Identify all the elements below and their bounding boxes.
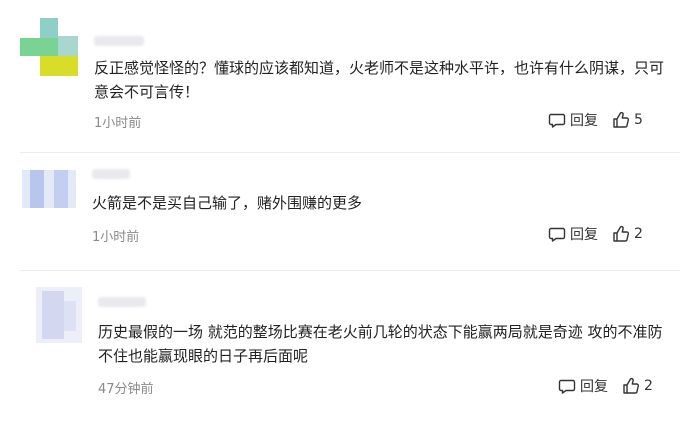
comment-item: 历史最假的一场 就范的整场比赛在老火前几轮的状态下能赢两局就是奇迹 攻的不准防 … bbox=[0, 271, 700, 434]
reply-label: 回复 bbox=[580, 379, 608, 395]
comment-bubble-icon bbox=[548, 225, 566, 243]
comment-bubble-icon bbox=[558, 377, 576, 395]
avatar[interactable] bbox=[20, 18, 78, 76]
like-button[interactable]: 2 bbox=[612, 225, 643, 243]
reply-button[interactable]: 回复 bbox=[558, 376, 608, 396]
comment-actions: 回复 2 bbox=[558, 376, 653, 396]
comment-actions: 回复 5 bbox=[548, 110, 643, 130]
comment-bubble-icon bbox=[548, 111, 566, 129]
username-redacted[interactable] bbox=[94, 36, 144, 46]
reply-label: 回复 bbox=[570, 113, 598, 129]
reply-button[interactable]: 回复 bbox=[548, 110, 598, 130]
reply-button[interactable]: 回复 bbox=[548, 224, 598, 244]
like-button[interactable]: 5 bbox=[612, 111, 643, 129]
like-count: 2 bbox=[634, 226, 643, 242]
comment-time: 1小时前 bbox=[92, 230, 140, 245]
avatar[interactable] bbox=[36, 287, 82, 343]
like-button[interactable]: 2 bbox=[622, 377, 653, 395]
like-count: 2 bbox=[644, 378, 653, 394]
comment-item: 火箭是不是买自己输了，赌外围赚的更多 1小时前 回复 2 bbox=[0, 153, 700, 268]
comment-actions: 回复 2 bbox=[548, 224, 643, 244]
username-redacted[interactable] bbox=[92, 169, 130, 179]
comment-time: 47分钟前 bbox=[98, 382, 154, 397]
username-redacted[interactable] bbox=[98, 297, 146, 307]
avatar[interactable] bbox=[22, 170, 76, 208]
comment-text: 历史最假的一场 就范的整场比赛在老火前几轮的状态下能赢两局就是奇迹 攻的不准防 … bbox=[98, 323, 663, 365]
like-count: 5 bbox=[634, 112, 643, 128]
comment-text: 火箭是不是买自己输了，赌外围赚的更多 bbox=[92, 194, 363, 212]
thumbs-up-icon bbox=[612, 111, 630, 129]
thumbs-up-icon bbox=[622, 377, 640, 395]
comment-text: 反正感觉怪怪的？懂球的应该都知道，火老师不是这种水平许，也许有什么阴谋，只可 意… bbox=[94, 59, 665, 101]
thumbs-up-icon bbox=[612, 225, 630, 243]
comment-item: 反正感觉怪怪的？懂球的应该都知道，火老师不是这种水平许，也许有什么阴谋，只可 意… bbox=[0, 0, 700, 150]
reply-label: 回复 bbox=[570, 227, 598, 243]
comment-time: 1小时前 bbox=[94, 116, 142, 131]
